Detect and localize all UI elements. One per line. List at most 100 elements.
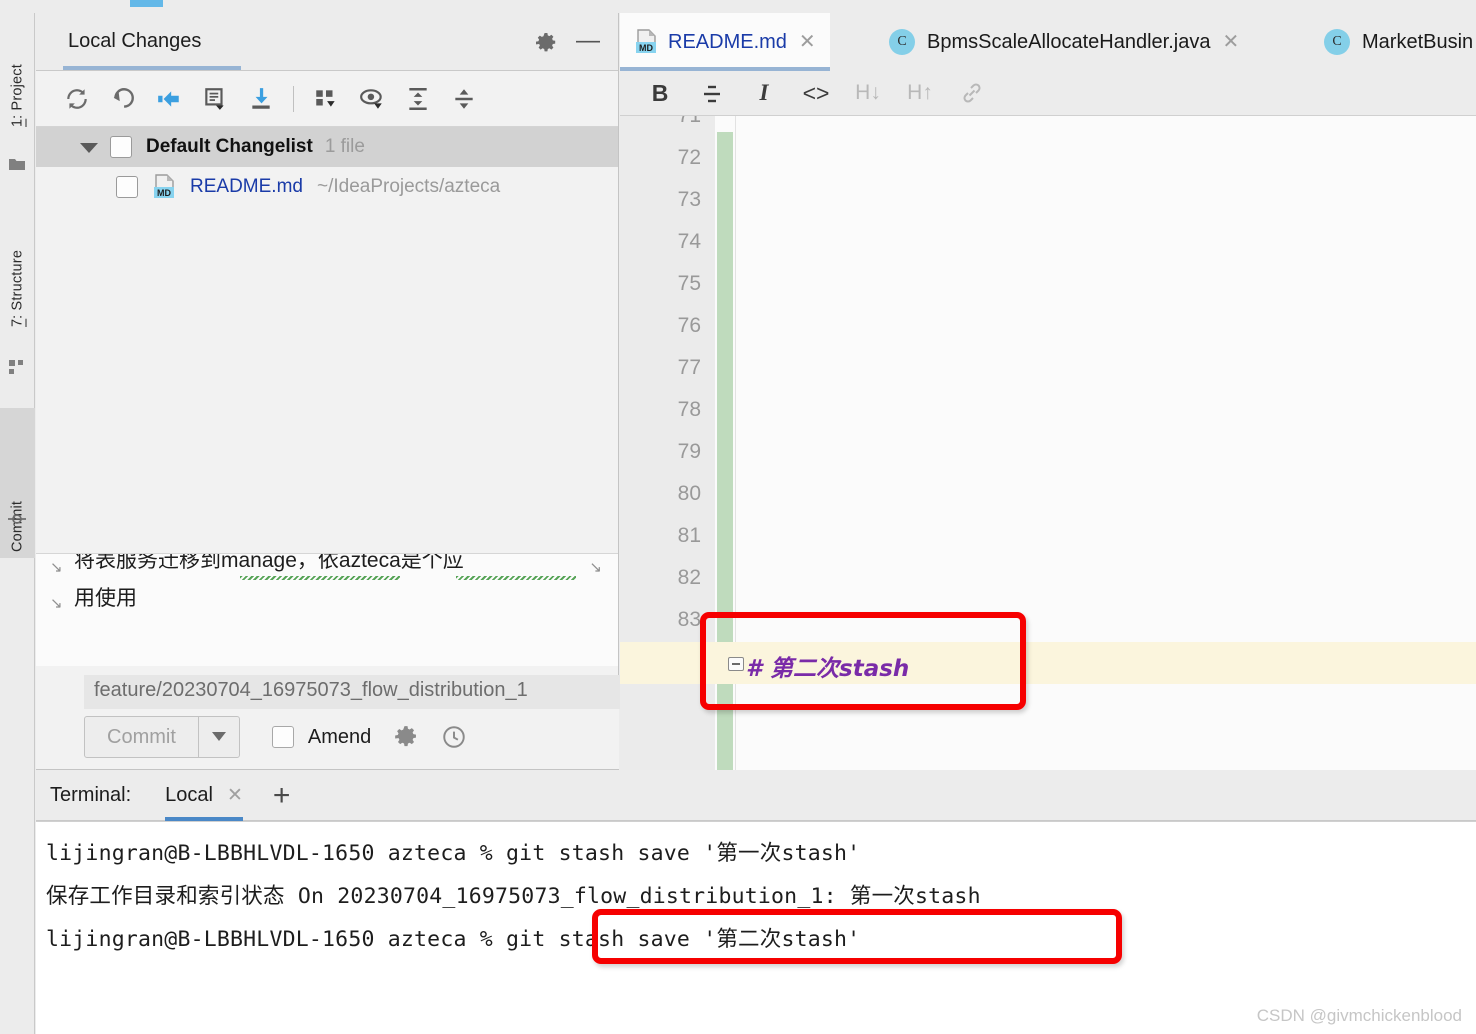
commit-action-bar: Commit Amend: [36, 705, 619, 769]
line-number: 75: [677, 272, 701, 295]
line-number: 71: [678, 116, 701, 128]
plus-icon[interactable]: +: [273, 780, 291, 810]
branch-field[interactable]: feature/20230704_16975073_flow_distribut…: [84, 675, 660, 709]
svg-text:MD: MD: [157, 188, 171, 198]
line-number: 73: [677, 188, 701, 211]
local-changes-header: Local Changes —: [36, 13, 618, 71]
sidebar-item-structure[interactable]: 7: Structure: [0, 203, 35, 333]
expand-all-icon[interactable]: [395, 77, 441, 121]
wrap-arrow-icon-2: ↘: [50, 595, 63, 612]
code-editor[interactable]: 71 72 73 74 75 76 77 78 79 80 81 82 83 8…: [620, 116, 1476, 770]
changelist-name: Default Changelist: [146, 136, 313, 157]
amend-checkbox[interactable]: [271, 726, 294, 748]
line-number: 77: [677, 356, 701, 379]
tab-bpms-handler[interactable]: C BpmsScaleAllocateHandler.java ✕: [875, 13, 1253, 71]
shelve-icon[interactable]: [146, 77, 192, 121]
collapse-all-icon[interactable]: [441, 77, 487, 121]
terminal-tab-label: Local: [165, 784, 213, 806]
wrap-arrow-icon-right: ↘: [589, 559, 602, 576]
line-number: 72: [677, 146, 701, 169]
heading-down-button[interactable]: H↓: [842, 73, 894, 113]
editor-tabbar: MD README.md ✕ C BpmsScaleAllocateHandle…: [620, 13, 1476, 71]
close-icon[interactable]: ✕: [799, 32, 816, 52]
svg-text:MD: MD: [639, 43, 653, 53]
amend-label: Amend: [307, 725, 372, 748]
tab-readme-label: README.md: [668, 30, 787, 53]
terminal-label: Terminal:: [50, 784, 132, 806]
structure-icon: [8, 358, 26, 376]
sidebar-item-project[interactable]: 1: Project: [0, 21, 35, 133]
gear-icon[interactable]: [534, 31, 558, 55]
italic-button[interactable]: I: [738, 73, 790, 113]
changelist-row[interactable]: Default Changelist 1 file: [36, 127, 618, 167]
terminal-line: lijingran@B-LBBHLVDL-1650 azteca % git s…: [46, 841, 861, 866]
idea-window: 1: Project 7: Structure Commit Local Cha…: [0, 0, 1476, 1034]
java-class-icon: C: [889, 29, 915, 55]
local-changes-toolbar: [36, 71, 618, 127]
line-number: 80: [677, 482, 701, 505]
heading-up-button[interactable]: H↑: [894, 73, 946, 113]
sidebar-item-project-label: : Project: [9, 63, 26, 119]
toolbar-separator: [293, 85, 294, 112]
code-fold-icon[interactable]: [728, 657, 744, 671]
unshelve-icon[interactable]: [238, 77, 284, 121]
tab-market-business[interactable]: C MarketBusin: [1310, 13, 1476, 71]
rollback-icon[interactable]: [100, 77, 146, 121]
gear-icon[interactable]: [393, 724, 419, 750]
line-number: 79: [677, 440, 701, 463]
changes-empty-space: [36, 207, 618, 553]
clock-icon[interactable]: [441, 724, 467, 750]
sidebar-item-structure-num: 7: [9, 318, 26, 327]
strikethrough-button[interactable]: [686, 73, 738, 113]
group-by-icon[interactable]: [303, 77, 349, 121]
java-class-icon: C: [1324, 29, 1350, 55]
commit-message-input[interactable]: 将表服务迁移到manage，依azteca是个应 ↘ ↘ 用使用 ↘: [36, 553, 618, 666]
bold-button[interactable]: B: [634, 73, 686, 113]
terminal-header: Terminal: Local ✕ +: [36, 771, 1476, 821]
spellcheck-squiggle: [240, 576, 400, 580]
code-button[interactable]: <>: [790, 73, 842, 113]
markdown-toolbar: B I <> H↓ H↑: [620, 71, 1476, 116]
line-number: 76: [677, 314, 701, 337]
terminal-output[interactable]: lijingran@B-LBBHLVDL-1650 azteca % git s…: [36, 821, 1476, 1034]
terminal-tab-local[interactable]: Local ✕: [165, 771, 243, 821]
file-path: ~/IdeaProjects/azteca: [316, 176, 501, 197]
chevron-down-icon[interactable]: [199, 732, 239, 742]
preview-icon[interactable]: [349, 77, 395, 121]
link-button[interactable]: [946, 73, 998, 113]
code-line-84: # 第二次stash: [746, 656, 910, 682]
refresh-icon[interactable]: [54, 77, 100, 121]
commit-button-label: Commit: [107, 725, 176, 748]
watermark: CSDN @givmchickenblood: [1256, 1006, 1462, 1025]
active-tab-underline: [63, 66, 241, 70]
line-number: 81: [677, 524, 701, 547]
folder-icon: [8, 155, 26, 173]
commit-button[interactable]: Commit: [84, 716, 240, 758]
spellcheck-squiggle-2: [456, 576, 576, 580]
sidebar-item-commit[interactable]: Commit: [0, 408, 35, 558]
chevron-down-icon[interactable]: [80, 143, 98, 153]
close-icon[interactable]: ✕: [1223, 32, 1240, 52]
sidebar-item-project-num: 1: [9, 118, 26, 127]
close-icon[interactable]: ✕: [227, 784, 243, 807]
line-number: 82: [677, 566, 701, 589]
top-blue-chip: [130, 0, 163, 7]
line-number: 83: [677, 608, 701, 631]
file-name: README.md: [190, 176, 303, 197]
file-checkbox[interactable]: [116, 176, 138, 198]
changelist-checkbox[interactable]: [110, 136, 132, 158]
terminal-line: lijingran@B-LBBHLVDL-1650 azteca % git s…: [46, 927, 861, 952]
changelist-count: 1 file: [324, 136, 365, 157]
list-item[interactable]: MD README.md ~/IdeaProjects/azteca: [36, 167, 618, 207]
terminal-line: 保存工作目录和索引状态 On 20230704_16975073_flow_di…: [46, 884, 981, 909]
minimize-icon[interactable]: —: [576, 29, 600, 55]
local-changes-panel: Local Changes — Default Changelist 1 fil…: [36, 13, 660, 770]
sidebar-item-structure-label: : Structure: [9, 249, 26, 319]
line-number: 74: [677, 230, 701, 253]
diff-icon[interactable]: [192, 77, 238, 121]
commit-message-line-2: 用使用: [74, 587, 137, 610]
line-number: 78: [677, 398, 701, 421]
tab-readme[interactable]: MD README.md ✕: [620, 13, 830, 71]
wrap-arrow-icon: ↘: [50, 559, 63, 576]
markdown-file-icon: MD: [152, 174, 178, 200]
